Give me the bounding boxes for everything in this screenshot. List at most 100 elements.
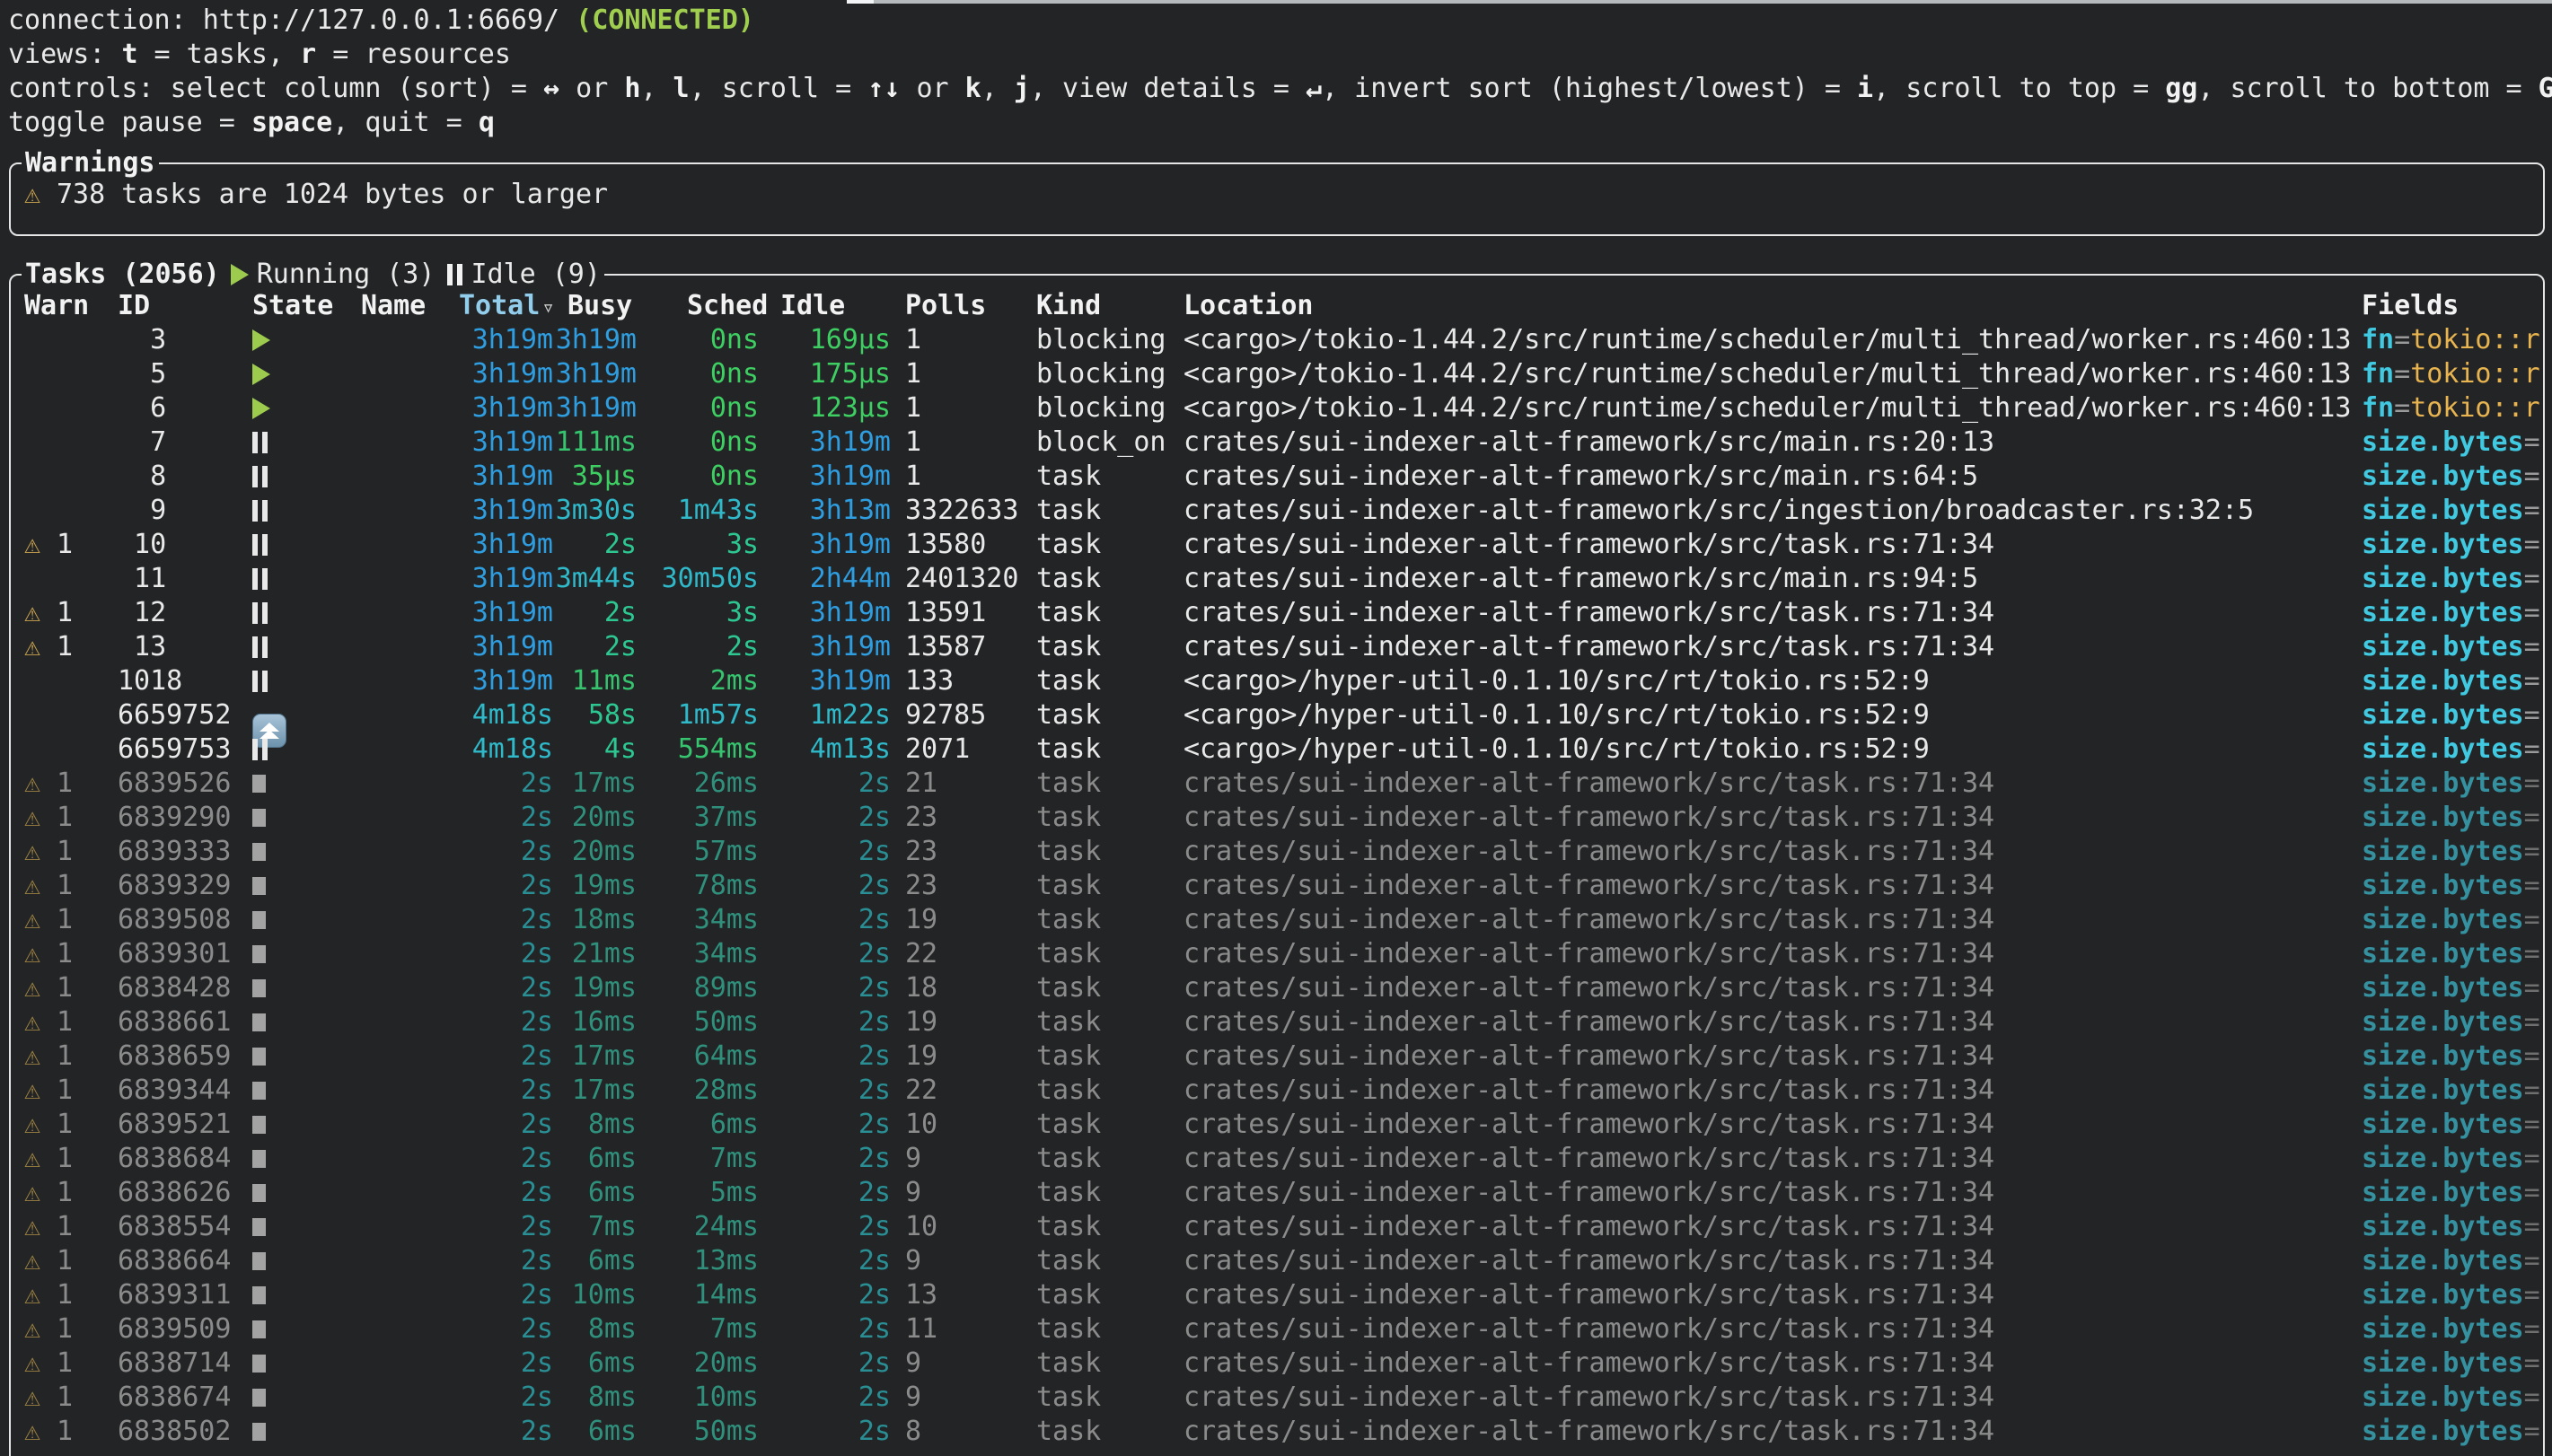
polls-cell: 22 xyxy=(891,1074,1036,1108)
help-line: views: t = tasks, r = resources xyxy=(8,38,2552,72)
warn-cell: ⚠︎1 xyxy=(24,1415,118,1449)
warn-count: 1 xyxy=(57,1313,73,1345)
column-header-polls[interactable]: Polls xyxy=(891,289,1036,323)
name-cell xyxy=(361,1005,451,1039)
column-header-sched[interactable]: Sched xyxy=(637,289,759,323)
task-row[interactable]: 66597524m18s58s1m57s1m22s92785task<cargo… xyxy=(11,698,2543,732)
name-cell xyxy=(361,698,451,732)
fields-cell: size.bytes= xyxy=(2362,903,2543,937)
column-header-loc[interactable]: Location xyxy=(1184,289,2362,323)
task-row[interactable]: ⚠︎168392902s20ms37ms2s23taskcrates/sui-i… xyxy=(11,801,2543,835)
busy-duration: 7ms xyxy=(588,1211,637,1242)
sched-duration: 50ms xyxy=(694,1416,759,1447)
warning-triangle-icon: ⚠︎ xyxy=(24,835,57,869)
polls-cell: 9 xyxy=(891,1346,1036,1381)
help-segment: connection: http://127.0.0.1:6669/ xyxy=(8,4,576,36)
task-row[interactable]: ⚠︎168386842s6ms7ms2s9taskcrates/sui-inde… xyxy=(11,1142,2543,1176)
field-key: size.bytes xyxy=(2362,426,2524,458)
busy-cell: 3m44s xyxy=(553,562,637,596)
location-cell: crates/sui-indexer-alt-framework/src/tas… xyxy=(1184,630,2362,664)
task-row[interactable]: 93h19m3m30s1m43s3h13m3322633taskcrates/s… xyxy=(11,494,2543,528)
idle-cell: 1m22s xyxy=(759,698,891,732)
warning-triangle-icon: ⚠︎ xyxy=(24,1074,57,1108)
idle-duration: 2s xyxy=(858,1006,891,1038)
task-row[interactable]: ⚠︎168393442s17ms28ms2s22taskcrates/sui-i… xyxy=(11,1074,2543,1108)
task-row[interactable]: ⚠︎168393012s21ms34ms2s22taskcrates/sui-i… xyxy=(11,937,2543,971)
task-row[interactable]: ⚠︎168386262s6ms5ms2s9taskcrates/sui-inde… xyxy=(11,1176,2543,1210)
sched-cell: 37ms xyxy=(637,801,759,835)
task-row[interactable]: 113h19m3m44s30m50s2h44m2401320taskcrates… xyxy=(11,562,2543,596)
sched-duration: 3s xyxy=(726,529,759,560)
column-header-fields[interactable]: Fields xyxy=(2362,289,2543,323)
task-id-cell: 6839508 xyxy=(118,903,252,937)
task-id-cell: 6839344 xyxy=(118,1074,252,1108)
task-row[interactable]: ⚠︎168386612s16ms50ms2s19taskcrates/sui-i… xyxy=(11,1005,2543,1039)
column-header-label: Name xyxy=(361,290,426,321)
field-equals: = xyxy=(2524,597,2540,628)
task-row[interactable]: ⚠︎168393332s20ms57ms2s23taskcrates/sui-i… xyxy=(11,835,2543,869)
field-equals: = xyxy=(2524,1177,2540,1208)
column-header-kind[interactable]: Kind xyxy=(1036,289,1184,323)
task-row[interactable]: ⚠︎168393112s10ms14ms2s13taskcrates/sui-i… xyxy=(11,1278,2543,1312)
task-row[interactable]: ⚠︎168395262s17ms26ms2s21taskcrates/sui-i… xyxy=(11,767,2543,801)
help-segment: ↔ xyxy=(543,73,559,104)
state-cell xyxy=(252,1346,361,1381)
polls-cell: 13 xyxy=(891,1278,1036,1312)
task-row[interactable]: ⚠︎168386642s6ms13ms2s9taskcrates/sui-ind… xyxy=(11,1244,2543,1278)
column-header-name[interactable]: Name xyxy=(361,289,451,323)
field-key: size.bytes xyxy=(2362,1245,2524,1276)
task-row[interactable]: ⚠︎1 123h19m2s3s3h19m13591taskcrates/sui-… xyxy=(11,596,2543,630)
busy-duration: 8ms xyxy=(588,1381,637,1413)
field-key: size.bytes xyxy=(2362,1211,2524,1242)
column-header-total[interactable]: Total▿ xyxy=(451,289,553,323)
column-header-id[interactable]: ID xyxy=(118,289,252,323)
field-equals: = xyxy=(2524,665,2540,697)
task-row[interactable]: ⚠︎168384282s19ms89ms2s18taskcrates/sui-i… xyxy=(11,971,2543,1005)
task-row[interactable]: ⚠︎168386592s17ms64ms2s19taskcrates/sui-i… xyxy=(11,1039,2543,1074)
task-row[interactable]: 53h19m3h19m0ns175µs1blocking<cargo>/toki… xyxy=(11,357,2543,391)
column-header-idle[interactable]: Idle xyxy=(759,289,891,323)
task-row[interactable]: ⚠︎168386742s8ms10ms2s9taskcrates/sui-ind… xyxy=(11,1381,2543,1415)
column-header-warn[interactable]: Warn xyxy=(24,289,118,323)
busy-cell: 3h19m xyxy=(553,391,637,425)
location-cell: crates/sui-indexer-alt-framework/src/tas… xyxy=(1184,1142,2362,1176)
busy-duration: 58s xyxy=(588,699,637,731)
name-cell xyxy=(361,1312,451,1346)
help-segment: ↑↓ xyxy=(867,73,900,104)
total-cell: 2s xyxy=(451,835,553,869)
idle-duration: 3h19m xyxy=(810,460,891,492)
task-row[interactable]: 63h19m3h19m0ns123µs1blocking<cargo>/toki… xyxy=(11,391,2543,425)
total-cell: 2s xyxy=(451,1039,553,1074)
total-cell: 2s xyxy=(451,767,553,801)
help-segment: = resources xyxy=(316,39,511,70)
state-cell xyxy=(252,1278,361,1312)
sched-duration: 24ms xyxy=(694,1211,759,1242)
task-row[interactable]: ⚠︎168395082s18ms34ms2s19taskcrates/sui-i… xyxy=(11,903,2543,937)
task-row[interactable]: 83h19m35µs0ns3h19m1taskcrates/sui-indexe… xyxy=(11,460,2543,494)
idle-cell: 123µs xyxy=(759,391,891,425)
task-row[interactable]: 73h19m111ms0ns3h19m1block_oncrates/sui-i… xyxy=(11,425,2543,460)
task-row[interactable]: ⚠︎168387142s6ms20ms2s9taskcrates/sui-ind… xyxy=(11,1346,2543,1381)
total-duration: 2s xyxy=(521,1177,553,1208)
task-row[interactable]: 66597534m18s4s554ms4m13s2071task<cargo>/… xyxy=(11,732,2543,767)
task-row[interactable]: ⚠︎168395092s8ms7ms2s11taskcrates/sui-ind… xyxy=(11,1312,2543,1346)
location-cell: crates/sui-indexer-alt-framework/src/tas… xyxy=(1184,1312,2362,1346)
task-row[interactable]: ⚠︎168385542s7ms24ms2s10taskcrates/sui-in… xyxy=(11,1210,2543,1244)
task-row[interactable]: ⚠︎168393292s19ms78ms2s23taskcrates/sui-i… xyxy=(11,869,2543,903)
idle-cell: 3h19m xyxy=(759,528,891,562)
sched-duration: 7ms xyxy=(710,1313,759,1345)
kind-cell: task xyxy=(1036,562,1184,596)
total-duration: 4m18s xyxy=(472,733,553,765)
task-row[interactable]: 10183h19m11ms2ms3h19m133task<cargo>/hype… xyxy=(11,664,2543,698)
column-header-state[interactable]: State xyxy=(252,289,361,323)
help-segment: ↵ xyxy=(1306,73,1322,104)
task-id-cell: 6839290 xyxy=(118,801,252,835)
task-row[interactable]: ⚠︎1 103h19m2s3s3h19m13580taskcrates/sui-… xyxy=(11,528,2543,562)
task-row[interactable]: ⚠︎168395212s8ms6ms2s10taskcrates/sui-ind… xyxy=(11,1108,2543,1142)
warn-cell: ⚠︎1 xyxy=(24,801,118,835)
field-key: size.bytes xyxy=(2362,767,2524,799)
task-row[interactable]: ⚠︎168385022s6ms50ms2s8taskcrates/sui-ind… xyxy=(11,1415,2543,1449)
task-row[interactable]: ⚠︎1 133h19m2s2s3h19m13587taskcrates/sui-… xyxy=(11,630,2543,664)
task-row[interactable]: 33h19m3h19m0ns169µs1blocking<cargo>/toki… xyxy=(11,323,2543,357)
column-header-busy[interactable]: Busy xyxy=(553,289,637,323)
